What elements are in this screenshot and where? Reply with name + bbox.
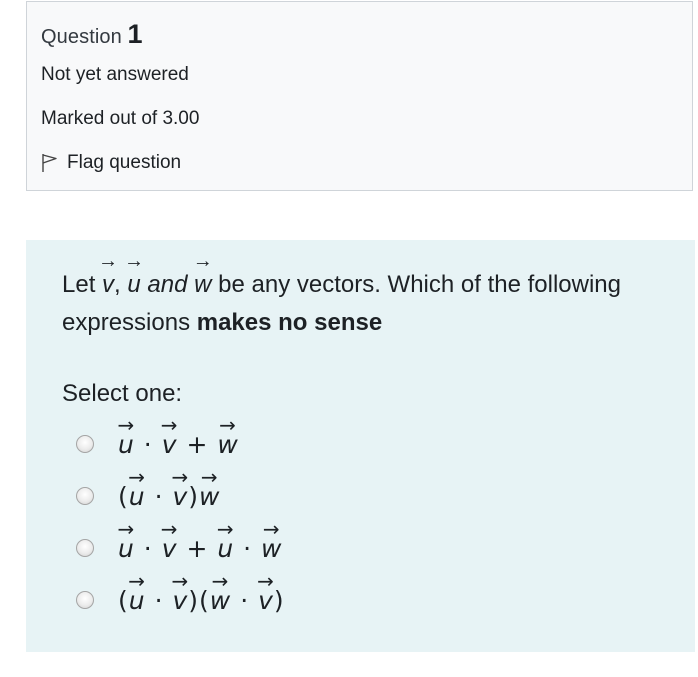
vector-w: w: [194, 264, 211, 304]
expr-symbol: +: [177, 534, 218, 563]
vector-v: v: [162, 428, 178, 459]
option-1-text: u · v + w: [118, 428, 239, 459]
question-info-panel: Question 1 Not yet answered Marked out o…: [26, 1, 693, 191]
question-content: Let v, u and w be any vectors. Which of …: [26, 240, 695, 652]
expr-symbol: (: [118, 586, 129, 615]
answer-option-4[interactable]: (u · v)(w · v): [76, 584, 285, 615]
expr-symbol: ·: [234, 534, 262, 563]
expr-symbol: ): [188, 482, 200, 511]
vector-v: v: [162, 532, 178, 563]
question-text: Let v, u and w be any vectors. Which of …: [62, 264, 672, 342]
question-state: Not yet answered: [41, 64, 189, 85]
expr-symbol: ): [273, 586, 285, 615]
vector-v: v: [172, 480, 188, 511]
answer-option-2[interactable]: (u · v)w: [76, 480, 220, 511]
flag-question-button[interactable]: Flag question: [41, 152, 181, 174]
vector-u: u: [118, 532, 135, 563]
vector-w: w: [261, 532, 282, 563]
flag-question-label: Flag question: [67, 152, 182, 173]
radio-icon[interactable]: [76, 590, 94, 609]
radio-icon[interactable]: [76, 486, 94, 505]
vector-w: w: [199, 480, 220, 511]
answer-option-1[interactable]: u · v + w: [76, 428, 239, 459]
question-text-comma: ,: [114, 271, 128, 298]
vector-u: u: [118, 428, 135, 459]
vector-u: u: [129, 480, 146, 511]
select-one-label: Select one:: [62, 380, 183, 407]
expr-symbol: (: [118, 482, 129, 511]
option-3-text: u · v + u · w: [118, 532, 283, 563]
expr-symbol: ·: [145, 586, 173, 615]
question-grade: Marked out of 3.00: [41, 108, 200, 129]
expr-symbol: ): [188, 586, 200, 615]
vector-v: v: [258, 584, 274, 615]
vector-u: u: [217, 532, 234, 563]
vector-v: v: [172, 584, 188, 615]
question-number: 1: [127, 19, 143, 49]
expr-symbol: ·: [134, 430, 162, 459]
question-text-let: Let: [62, 271, 103, 298]
question-prefix: Question: [41, 26, 122, 48]
expr-symbol: ·: [231, 586, 259, 615]
option-2-text: (u · v)w: [118, 480, 220, 511]
flag-icon: [42, 154, 57, 172]
vector-u: u: [129, 584, 146, 615]
answer-option-3[interactable]: u · v + u · w: [76, 532, 283, 563]
option-4-text: (u · v)(w · v): [118, 584, 285, 615]
vector-w: w: [217, 428, 238, 459]
question-text-bold: makes no sense: [196, 309, 383, 336]
vector-v: v: [102, 264, 114, 304]
expr-symbol: ·: [134, 534, 162, 563]
expr-symbol: ·: [145, 482, 173, 511]
question-text-and: and: [140, 271, 195, 298]
radio-icon[interactable]: [76, 538, 94, 557]
radio-icon[interactable]: [76, 434, 94, 453]
expr-symbol: +: [177, 430, 218, 459]
vector-w: w: [210, 584, 231, 615]
expr-symbol: (: [199, 586, 210, 615]
question-title: Question 1: [41, 19, 143, 50]
vector-u: u: [127, 264, 140, 304]
